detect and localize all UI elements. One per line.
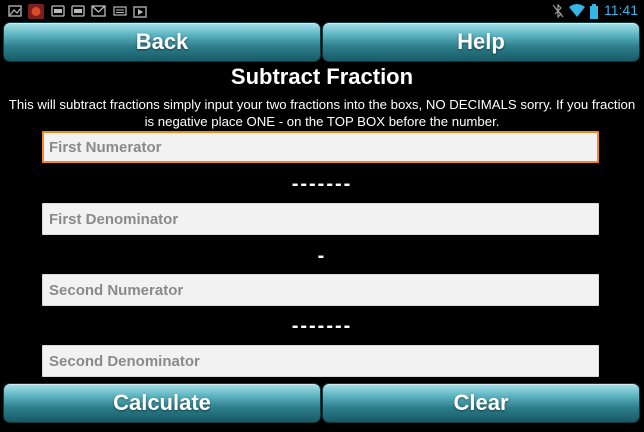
clock: 11:41 (604, 2, 638, 18)
status-bar: 11:41 (0, 0, 644, 22)
game-icon (28, 4, 44, 19)
keyboard-icon (113, 6, 127, 16)
wifi-icon (569, 4, 585, 17)
instructions-text: This will subtract fractions simply inpu… (8, 97, 636, 129)
gmail-icon (91, 5, 106, 17)
page-title: Subtract Fraction (230, 64, 414, 89)
second-numerator-field[interactable] (42, 274, 599, 306)
battery-icon (590, 4, 598, 19)
minus-sign: - (317, 245, 327, 267)
clear-button[interactable]: Clear (322, 383, 640, 423)
play-store-icon (133, 6, 147, 18)
calculate-button[interactable]: Calculate (3, 383, 321, 423)
first-denominator-field[interactable] (42, 203, 599, 235)
fraction-bar-2: ------- (291, 315, 353, 337)
back-button[interactable]: Back (3, 22, 321, 62)
first-numerator-field[interactable] (42, 131, 599, 163)
fraction-bar-1: ------- (291, 173, 353, 195)
help-button[interactable]: Help (322, 22, 640, 62)
storage-icon (51, 5, 65, 17)
gallery-icon (8, 5, 22, 17)
storage-icon (71, 5, 85, 17)
bluetooth-off-icon (552, 4, 564, 18)
second-denominator-field[interactable] (42, 345, 599, 377)
